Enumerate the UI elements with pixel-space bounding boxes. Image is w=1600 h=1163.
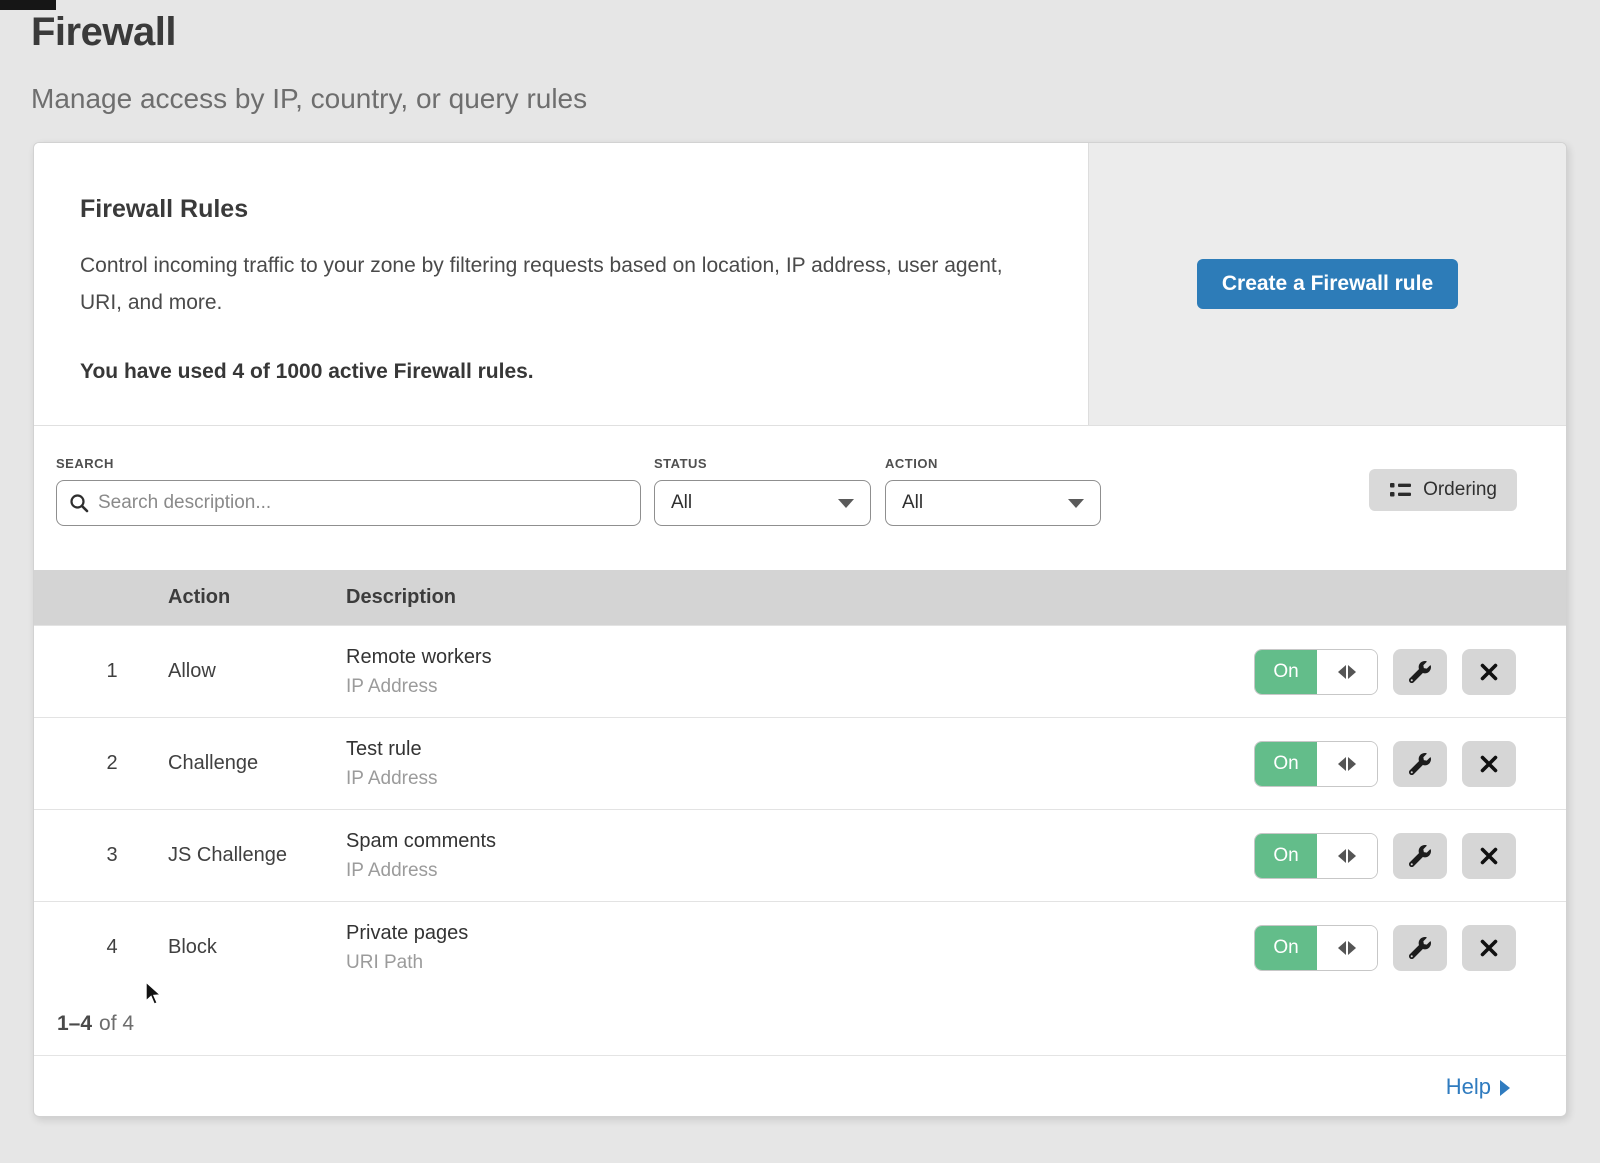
rule-match-type: IP Address bbox=[346, 860, 1224, 882]
action-column-header: Action bbox=[168, 586, 346, 609]
toggle-arrows-icon bbox=[1317, 926, 1377, 970]
card-footer: Help bbox=[34, 1055, 1566, 1117]
wrench-icon bbox=[1409, 661, 1431, 683]
action-label: ACTION bbox=[885, 456, 1101, 471]
edit-rule-button[interactable] bbox=[1393, 925, 1447, 971]
search-input-wrap[interactable] bbox=[56, 480, 641, 526]
rule-priority: 1 bbox=[56, 660, 168, 683]
edit-rule-button[interactable] bbox=[1393, 833, 1447, 879]
delete-rule-button[interactable] bbox=[1462, 925, 1516, 971]
pagination-range: 1–4 bbox=[57, 1012, 92, 1036]
action-select-value: All bbox=[902, 492, 923, 514]
toggle-on-label: On bbox=[1255, 742, 1317, 786]
rule-enabled-toggle[interactable]: On bbox=[1254, 925, 1378, 971]
rule-controls: On bbox=[1224, 925, 1544, 971]
delete-rule-button[interactable] bbox=[1462, 833, 1516, 879]
search-label: SEARCH bbox=[56, 456, 641, 471]
screen-artifact-strip bbox=[0, 0, 56, 10]
rule-enabled-toggle[interactable]: On bbox=[1254, 649, 1378, 695]
close-icon bbox=[1480, 847, 1498, 865]
rule-priority: 4 bbox=[56, 936, 168, 959]
rule-enabled-toggle[interactable]: On bbox=[1254, 833, 1378, 879]
card-description: Control incoming traffic to your zone by… bbox=[80, 248, 1025, 322]
close-icon bbox=[1480, 939, 1498, 957]
ordering-button-label: Ordering bbox=[1423, 479, 1497, 501]
create-rule-panel: Create a Firewall rule bbox=[1088, 143, 1566, 425]
create-firewall-rule-button[interactable]: Create a Firewall rule bbox=[1197, 259, 1458, 309]
table-row: 4 Block Private pages URI Path On bbox=[34, 901, 1566, 993]
toggle-on-label: On bbox=[1255, 650, 1317, 694]
toggle-on-label: On bbox=[1255, 834, 1317, 878]
ordering-button[interactable]: Ordering bbox=[1369, 469, 1517, 511]
rule-match-type: IP Address bbox=[346, 676, 1224, 698]
rules-usage-text: You have used 4 of 1000 active Firewall … bbox=[80, 360, 1042, 384]
ordering-list-icon bbox=[1389, 481, 1412, 499]
pagination-total: of 4 bbox=[99, 1012, 134, 1036]
status-select[interactable]: All bbox=[654, 480, 871, 526]
description-column-header: Description bbox=[346, 586, 1224, 609]
action-filter-group: ACTION All bbox=[871, 456, 1101, 570]
wrench-icon bbox=[1409, 845, 1431, 867]
rule-description: Private pages bbox=[346, 922, 1224, 945]
delete-rule-button[interactable] bbox=[1462, 649, 1516, 695]
pagination: 1–4 of 4 bbox=[34, 993, 1566, 1055]
search-input[interactable] bbox=[98, 492, 628, 514]
rule-action: Allow bbox=[168, 660, 346, 683]
firewall-rules-card: Firewall Rules Control incoming traffic … bbox=[33, 142, 1567, 1117]
search-filter-group: SEARCH bbox=[56, 456, 641, 570]
toggle-arrows-icon bbox=[1317, 834, 1377, 878]
action-select[interactable]: All bbox=[885, 480, 1101, 526]
wrench-icon bbox=[1409, 937, 1431, 959]
filter-bar: SEARCH STATUS All ACTION All bbox=[34, 426, 1566, 570]
rule-description-cell: Test rule IP Address bbox=[346, 738, 1224, 790]
edit-rule-button[interactable] bbox=[1393, 649, 1447, 695]
help-link-label: Help bbox=[1446, 1074, 1491, 1100]
close-icon bbox=[1480, 663, 1498, 681]
rule-action: Block bbox=[168, 936, 346, 959]
caret-down-icon bbox=[838, 499, 854, 508]
search-icon bbox=[69, 493, 89, 513]
rule-match-type: IP Address bbox=[346, 768, 1224, 790]
delete-rule-button[interactable] bbox=[1462, 741, 1516, 787]
status-label: STATUS bbox=[654, 456, 871, 471]
rule-description: Test rule bbox=[346, 738, 1224, 761]
wrench-icon bbox=[1409, 753, 1431, 775]
rule-description: Remote workers bbox=[346, 646, 1224, 669]
help-link[interactable]: Help bbox=[1446, 1074, 1510, 1100]
toggle-on-label: On bbox=[1255, 926, 1317, 970]
rule-description-cell: Remote workers IP Address bbox=[346, 646, 1224, 698]
page-subtitle: Manage access by IP, country, or query r… bbox=[31, 83, 1600, 115]
rule-controls: On bbox=[1224, 649, 1544, 695]
table-row: 1 Allow Remote workers IP Address On bbox=[34, 625, 1566, 717]
edit-rule-button[interactable] bbox=[1393, 741, 1447, 787]
rule-enabled-toggle[interactable]: On bbox=[1254, 741, 1378, 787]
rule-match-type: URI Path bbox=[346, 952, 1224, 974]
page-header: Firewall Manage access by IP, country, o… bbox=[0, 0, 1600, 115]
toggle-arrows-icon bbox=[1317, 650, 1377, 694]
rule-description: Spam comments bbox=[346, 830, 1224, 853]
card-heading: Firewall Rules bbox=[80, 195, 1042, 224]
table-row: 3 JS Challenge Spam comments IP Address … bbox=[34, 809, 1566, 901]
rule-priority: 3 bbox=[56, 844, 168, 867]
status-filter-group: STATUS All bbox=[641, 456, 871, 570]
card-intro-section: Firewall Rules Control incoming traffic … bbox=[34, 143, 1566, 426]
rule-description-cell: Spam comments IP Address bbox=[346, 830, 1224, 882]
status-select-value: All bbox=[671, 492, 692, 514]
toggle-arrows-icon bbox=[1317, 742, 1377, 786]
help-caret-icon bbox=[1500, 1080, 1510, 1096]
card-intro-text: Firewall Rules Control incoming traffic … bbox=[34, 143, 1088, 425]
close-icon bbox=[1480, 755, 1498, 773]
rule-priority: 2 bbox=[56, 752, 168, 775]
table-row: 2 Challenge Test rule IP Address On bbox=[34, 717, 1566, 809]
rule-action: Challenge bbox=[168, 752, 346, 775]
table-header: Action Description bbox=[34, 570, 1566, 625]
caret-down-icon bbox=[1068, 499, 1084, 508]
rule-action: JS Challenge bbox=[168, 844, 346, 867]
page-title: Firewall bbox=[31, 10, 1600, 55]
rule-controls: On bbox=[1224, 741, 1544, 787]
rule-description-cell: Private pages URI Path bbox=[346, 922, 1224, 974]
rule-controls: On bbox=[1224, 833, 1544, 879]
